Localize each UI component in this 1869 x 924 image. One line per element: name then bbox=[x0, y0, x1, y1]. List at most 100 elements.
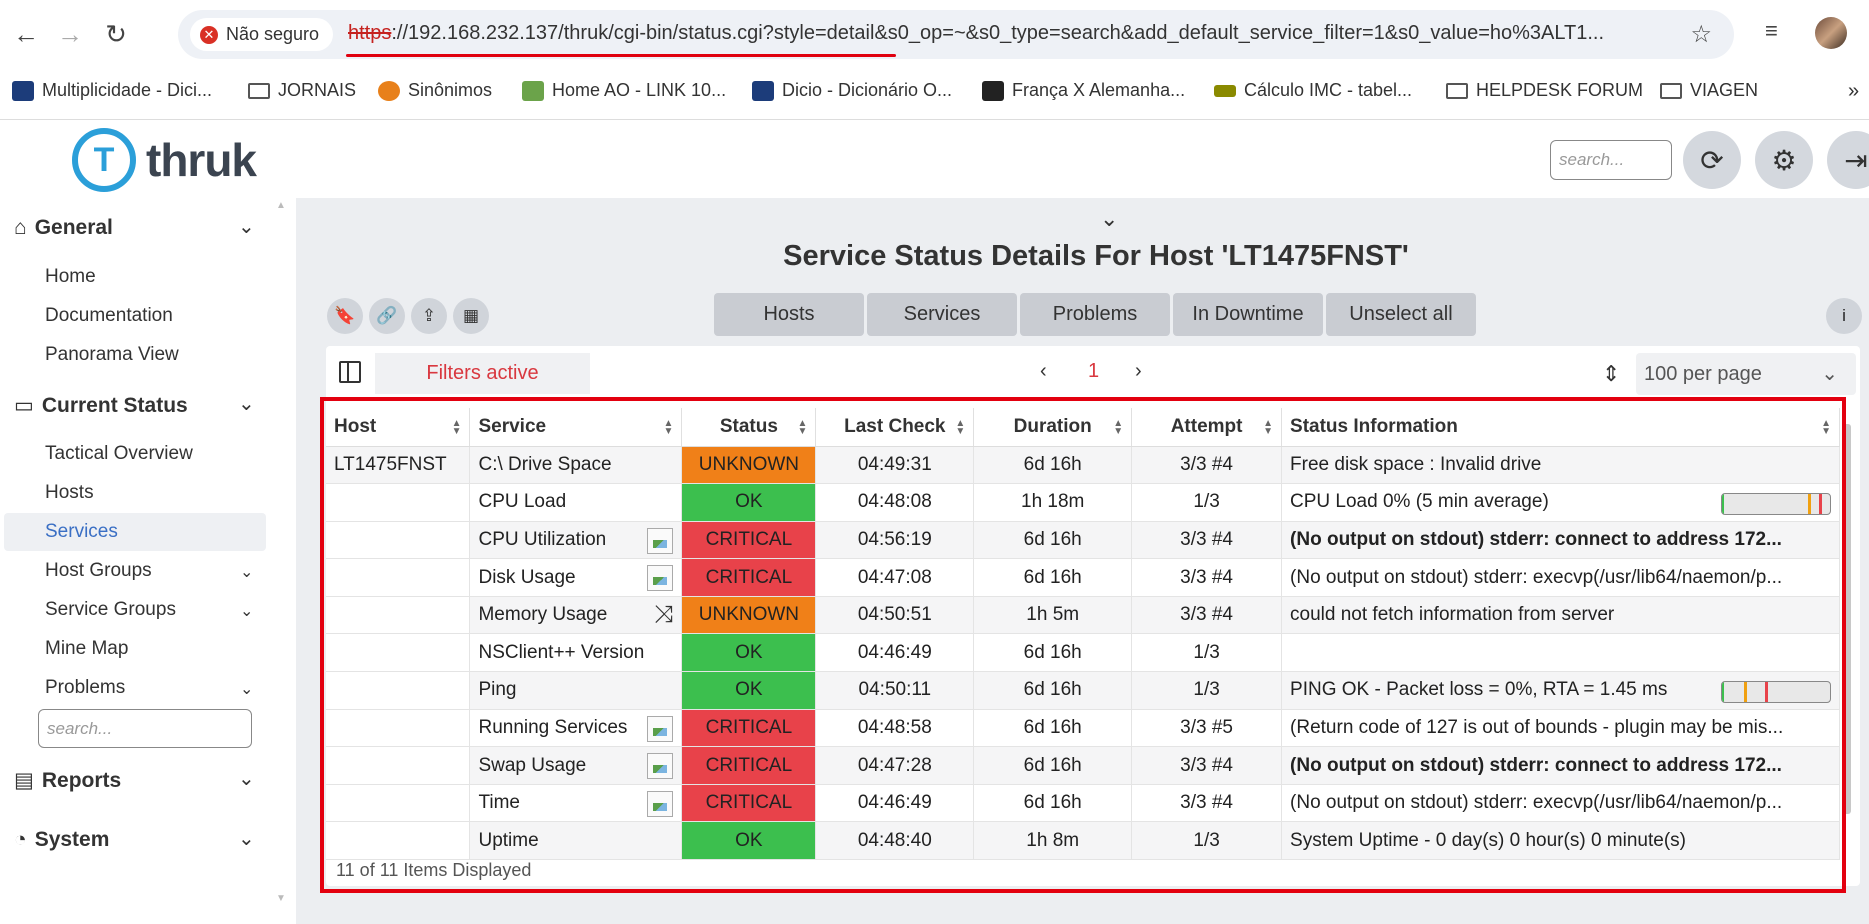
bookmark-item[interactable]: Multiplicidade - Dici... bbox=[12, 80, 212, 101]
forward-arrow-icon[interactable]: → bbox=[52, 16, 88, 52]
section-label: General bbox=[34, 216, 113, 239]
sidebar-search-input[interactable]: search... bbox=[38, 709, 252, 748]
sidebar-toggle-icon[interactable] bbox=[339, 361, 361, 383]
sidebar-item-panorama-view[interactable]: Panorama View bbox=[45, 344, 179, 366]
per-page-select[interactable]: 100 per page ⌄ bbox=[1636, 353, 1856, 395]
section-label: System bbox=[34, 828, 110, 851]
folder-icon bbox=[1660, 82, 1682, 99]
sidebar-section-current-status[interactable]: ▭ Current Status bbox=[14, 393, 188, 418]
monitor-icon: ▭ bbox=[14, 394, 34, 417]
items-displayed-count: 11 of 11 Items Displayed bbox=[336, 860, 532, 880]
page-number[interactable]: 1 bbox=[1088, 360, 1099, 383]
browser-toolbar: ← → ↻ ✕ Não seguro https://192.168.232.1… bbox=[0, 0, 1869, 70]
tab-services[interactable]: Services bbox=[867, 293, 1017, 336]
sidebar-item-services[interactable]: Services bbox=[45, 521, 118, 543]
tab-in-downtime[interactable]: In Downtime bbox=[1173, 293, 1323, 336]
bookmark-item[interactable]: JORNAIS bbox=[248, 80, 356, 101]
refresh-icon[interactable]: ⟳ bbox=[1683, 131, 1741, 189]
sidebar-item-documentation[interactable]: Documentation bbox=[45, 305, 173, 327]
sidebar-item-host-groups[interactable]: Host Groups bbox=[45, 560, 152, 582]
bookmark-label: HELPDESK FORUM bbox=[1476, 80, 1644, 100]
sidebar-scroll-up-icon[interactable]: ▲ bbox=[276, 200, 286, 211]
bookmark-label: Multiplicidade - Dici... bbox=[42, 80, 213, 100]
more-bookmarks-icon[interactable]: » bbox=[1848, 80, 1859, 103]
bookmark-item[interactable]: Cálculo IMC - tabel... bbox=[1214, 80, 1412, 101]
mf-icon bbox=[982, 80, 1004, 101]
security-chip[interactable]: ✕ Não seguro bbox=[190, 18, 334, 51]
bookmark-label: Home AO - LINK 10... bbox=[552, 80, 727, 100]
bookmark-label: VIAGEN bbox=[1690, 80, 1759, 100]
bookmark-item[interactable]: França X Alemanha... bbox=[982, 80, 1185, 101]
tab-hosts[interactable]: Hosts bbox=[714, 293, 864, 336]
not-secure-icon: ✕ bbox=[200, 26, 218, 44]
home-icon: ⌂ bbox=[14, 216, 27, 239]
profile-avatar[interactable] bbox=[1815, 17, 1847, 49]
sidebar-item-service-groups[interactable]: Service Groups bbox=[45, 599, 176, 621]
sidebar-item-tactical-overview[interactable]: Tactical Overview bbox=[45, 443, 193, 465]
media-queue-icon[interactable]: ≡ bbox=[1765, 18, 1778, 44]
collapse-header-chevron-icon[interactable]: ⌄ bbox=[1100, 206, 1118, 232]
sidebar-scroll-down-icon[interactable]: ▼ bbox=[276, 893, 286, 904]
sidebar-item-problems[interactable]: Problems bbox=[45, 677, 125, 699]
sidebar-item-hosts[interactable]: Hosts bbox=[45, 482, 94, 504]
info-button[interactable]: i bbox=[1826, 298, 1862, 334]
thruk-logo[interactable]: T thruk bbox=[72, 128, 257, 192]
sidebar-item-mine-map[interactable]: Mine Map bbox=[45, 638, 128, 660]
expand-vertical-icon[interactable]: ⇕ bbox=[1602, 361, 1620, 387]
bookmark-item[interactable]: VIAGEN bbox=[1660, 80, 1758, 101]
columns-grid-icon[interactable]: ▦ bbox=[453, 298, 489, 334]
not-secure-label: Não seguro bbox=[226, 24, 320, 44]
reload-icon[interactable]: ↻ bbox=[98, 16, 134, 52]
section-label: Reports bbox=[41, 768, 122, 792]
header-search-input[interactable]: search... bbox=[1550, 140, 1672, 180]
bookmark-label: JORNAIS bbox=[278, 80, 357, 100]
back-arrow-icon[interactable]: ← bbox=[8, 16, 44, 52]
export-icon[interactable]: ⇪ bbox=[411, 298, 447, 334]
settings-gear-icon[interactable]: ⚙ bbox=[1755, 131, 1813, 189]
sidebar-item-home[interactable]: Home bbox=[45, 266, 96, 288]
url-path: ://192.168.232.137/thruk/cgi-bin/status.… bbox=[391, 22, 1605, 44]
per-page-value: 100 per page bbox=[1644, 363, 1762, 385]
bookmark-item[interactable]: Dicio - Dicionário O... bbox=[752, 80, 952, 101]
chevron-down-icon[interactable]: ⌄ bbox=[240, 679, 253, 699]
thruk-logo-icon: T bbox=[72, 128, 136, 192]
unselect-all-button[interactable]: Unselect all bbox=[1326, 293, 1476, 336]
chevron-down-icon[interactable]: ⌄ bbox=[238, 766, 255, 791]
chevron-down-icon[interactable]: ⌄ bbox=[238, 826, 255, 851]
bookmark-star-icon[interactable]: ☆ bbox=[1690, 20, 1712, 49]
bookmark-label: Sinônimos bbox=[408, 80, 493, 100]
sidebar-section-general[interactable]: ⌂ General bbox=[14, 216, 113, 240]
bookmark-label: Cálculo IMC - tabel... bbox=[1244, 80, 1413, 100]
chevron-down-icon[interactable]: ⌄ bbox=[238, 391, 255, 416]
bookmark-label: Dicio - Dicionário O... bbox=[782, 80, 953, 100]
url-scheme: https bbox=[348, 22, 392, 44]
section-label: Current Status bbox=[41, 393, 188, 417]
chevron-down-icon[interactable]: ⌄ bbox=[240, 562, 253, 582]
chevron-down-icon[interactable]: ⌄ bbox=[240, 601, 253, 621]
link-icon[interactable]: 🔗 bbox=[369, 298, 405, 334]
prev-page-icon[interactable]: ‹ bbox=[1040, 360, 1047, 383]
url-text[interactable]: https://192.168.232.137/thruk/cgi-bin/st… bbox=[348, 22, 1828, 45]
tab-problems[interactable]: Problems bbox=[1020, 293, 1170, 336]
next-page-icon[interactable]: › bbox=[1135, 360, 1142, 383]
bookmark-label: França X Alemanha... bbox=[1012, 80, 1186, 100]
bookmark-item[interactable]: Home AO - LINK 10... bbox=[522, 80, 726, 101]
sidebar-section-system[interactable]: ◔ System bbox=[14, 828, 109, 852]
dicio-icon bbox=[12, 80, 34, 101]
url-annotation-underline bbox=[346, 54, 896, 57]
dicio-icon bbox=[752, 80, 774, 101]
bookmark-icon[interactable]: 🔖 bbox=[327, 298, 363, 334]
document-icon: ▤ bbox=[14, 769, 34, 792]
imc-icon bbox=[1214, 84, 1236, 97]
chevron-down-icon: ⌄ bbox=[1821, 363, 1838, 385]
filters-active-button[interactable]: Filters active bbox=[375, 353, 590, 394]
address-bar[interactable]: ✕ Não seguro https://192.168.232.137/thr… bbox=[178, 10, 1734, 59]
page-title: Service Status Details For Host 'LT1475F… bbox=[783, 240, 1409, 272]
bookmark-item[interactable]: HELPDESK FORUM bbox=[1446, 80, 1643, 101]
logout-icon[interactable]: ⇥ bbox=[1827, 131, 1869, 189]
highlight-frame bbox=[320, 397, 1846, 893]
chevron-down-icon[interactable]: ⌄ bbox=[238, 214, 255, 239]
bookmark-item[interactable]: Sinônimos bbox=[378, 80, 492, 101]
sinonimos-icon bbox=[378, 80, 400, 101]
sidebar-section-reports[interactable]: ▤ Reports bbox=[14, 768, 121, 793]
